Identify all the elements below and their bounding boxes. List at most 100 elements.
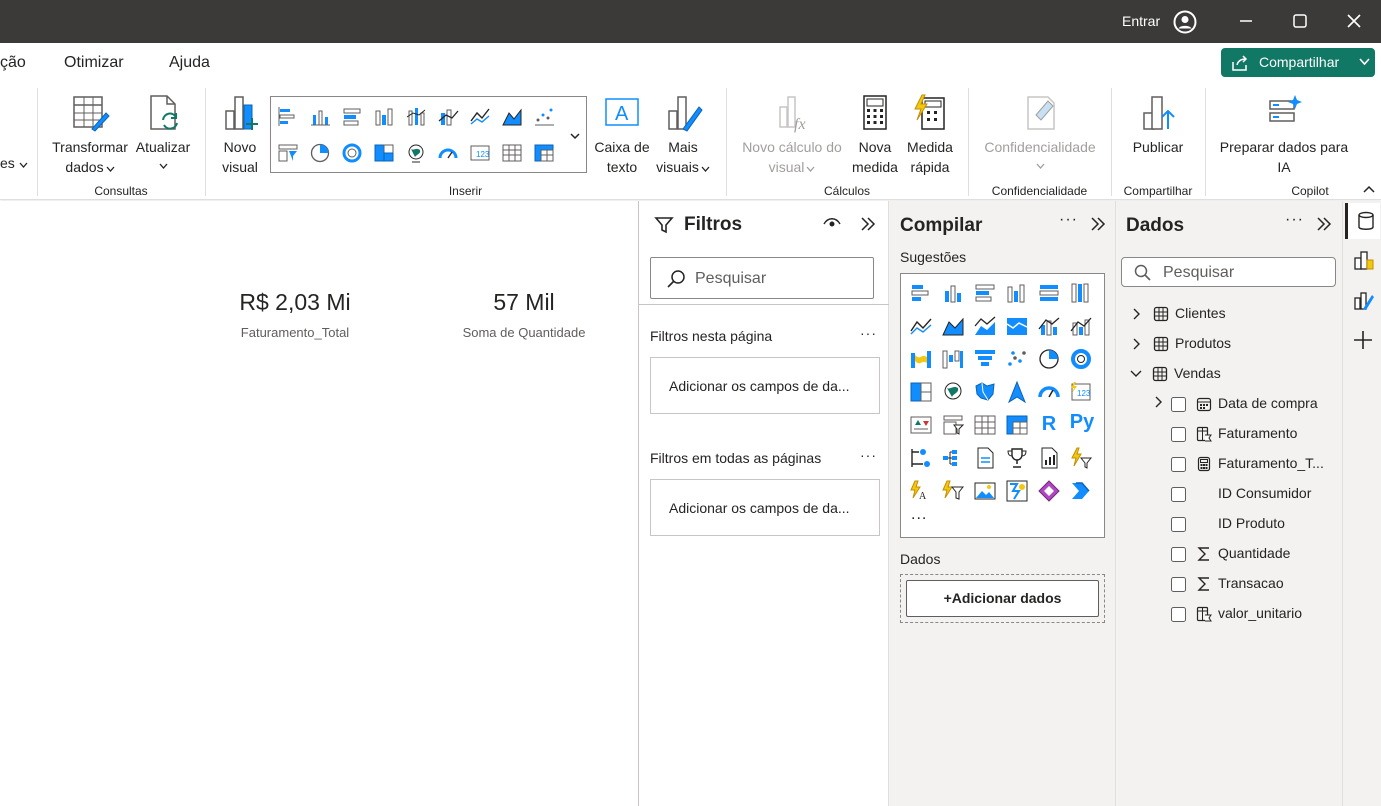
data-pane-tab[interactable] (1345, 203, 1380, 239)
menu-tab-help[interactable]: Ajuda (169, 54, 210, 72)
format-visual-tab-icon[interactable] (1352, 289, 1374, 311)
gauge-icon[interactable] (1037, 380, 1061, 404)
text-box-button[interactable]: A Caixa de texto (592, 93, 652, 177)
donut-chart-icon[interactable] (1069, 347, 1093, 371)
report-canvas[interactable]: R$ 2,03 Mi Faturamento_Total 57 Mil Soma… (0, 201, 638, 806)
stacked-bar-chart-icon[interactable] (277, 105, 299, 127)
100-stacked-bar-chart-icon[interactable] (405, 105, 427, 127)
field-row[interactable]: Transacao (1171, 575, 1284, 592)
image-icon[interactable] (973, 479, 997, 503)
line-column-chart-icon[interactable] (437, 105, 459, 127)
trophy-icon[interactable] (1005, 446, 1029, 470)
scatter-chart-icon[interactable] (533, 105, 555, 127)
treemap-icon[interactable] (909, 380, 933, 404)
checkbox[interactable] (1171, 606, 1186, 622)
share-button[interactable]: Compartilhar (1221, 48, 1375, 77)
card-icon[interactable]: 123 (469, 142, 491, 164)
page-filter-drop-zone[interactable]: Adicionar os campos de da... (650, 357, 880, 414)
ribbon-chart-icon[interactable] (909, 347, 933, 371)
map-icon[interactable] (405, 142, 427, 164)
line-chart-icon[interactable] (909, 314, 933, 338)
matrix-icon[interactable] (1005, 413, 1029, 437)
filled-map-icon[interactable] (973, 380, 997, 404)
new-visual-calculation-button[interactable]: fx Novo cálculo do visual (734, 93, 850, 177)
power-automate-flow-icon[interactable] (1069, 479, 1093, 503)
waterfall-chart-icon[interactable] (941, 347, 965, 371)
more-visuals-ellipsis[interactable]: ... (911, 506, 935, 530)
field-row[interactable]: ID Produto (1171, 515, 1285, 532)
checkbox[interactable] (1171, 426, 1186, 442)
filters-search-input[interactable]: Pesquisar (650, 257, 874, 299)
field-row[interactable]: Quantidade (1171, 545, 1290, 562)
tree-table-produtos[interactable]: Produtos (1132, 335, 1231, 352)
eye-icon[interactable] (823, 216, 841, 230)
checkbox[interactable] (1171, 516, 1186, 532)
minimize-icon[interactable] (1236, 11, 1256, 31)
ai-slicer-icon[interactable] (941, 479, 965, 503)
data-search-input[interactable]: Pesquisar (1121, 257, 1336, 287)
checkbox[interactable] (1171, 456, 1186, 472)
table-icon[interactable] (973, 413, 997, 437)
more-options-icon[interactable]: ··· (1059, 211, 1078, 229)
collapse-ribbon-icon[interactable] (1363, 185, 1375, 193)
checkbox[interactable] (1171, 546, 1186, 562)
ribbon-partial-button[interactable]: es (0, 153, 28, 173)
donut-chart-icon[interactable] (341, 142, 363, 164)
sensitivity-button[interactable]: Confidencialidade (976, 93, 1104, 169)
card-icon[interactable]: 123 (1069, 380, 1093, 404)
field-row[interactable]: Faturamento_T... (1171, 455, 1324, 472)
scatter-chart-icon[interactable] (1005, 347, 1029, 371)
publish-button[interactable]: Publicar (1124, 93, 1192, 157)
qa-visual-icon[interactable] (973, 446, 997, 470)
funnel-chart-icon[interactable] (973, 347, 997, 371)
maximize-icon[interactable] (1290, 11, 1310, 31)
pie-chart-icon[interactable] (1037, 347, 1061, 371)
field-row[interactable]: valor_unitario (1171, 605, 1302, 622)
close-icon[interactable] (1344, 11, 1364, 31)
slicer-icon[interactable] (941, 413, 965, 437)
checkbox[interactable] (1171, 396, 1186, 412)
more-options-icon[interactable]: ··· (860, 447, 877, 463)
all-pages-filter-drop-zone[interactable]: Adicionar os campos de da... (650, 479, 880, 536)
checkbox[interactable] (1171, 486, 1186, 502)
azure-map-icon[interactable] (1005, 380, 1029, 404)
field-row[interactable]: Faturamento (1171, 425, 1297, 442)
power-apps-icon[interactable] (1037, 479, 1061, 503)
tree-table-vendas[interactable]: Vendas (1130, 365, 1221, 382)
clustered-column-chart-icon[interactable] (1005, 281, 1029, 305)
paginated-report-icon[interactable] (1037, 446, 1061, 470)
user-avatar-icon[interactable] (1173, 10, 1197, 34)
treemap-icon[interactable] (373, 142, 395, 164)
gallery-expand-chevron-icon[interactable] (570, 133, 580, 140)
clustered-bar-chart-icon[interactable] (973, 281, 997, 305)
quick-measure-button[interactable]: Medida rápida (901, 93, 959, 177)
map-icon[interactable] (941, 380, 965, 404)
refresh-button[interactable]: Atualizar (132, 93, 194, 169)
more-visuals-button[interactable]: Mais visuais (652, 93, 714, 177)
new-measure-button[interactable]: Nova medida (849, 93, 901, 177)
stacked-bar-chart-icon[interactable] (909, 281, 933, 305)
checkbox[interactable] (1171, 576, 1186, 592)
decomposition-tree-icon[interactable] (941, 446, 965, 470)
tree-table-clientes[interactable]: Clientes (1132, 305, 1226, 322)
sign-in-link[interactable]: Entrar (1122, 13, 1160, 29)
stacked-column-chart-icon[interactable] (309, 105, 331, 127)
line-stacked-column-chart-icon[interactable] (1037, 314, 1061, 338)
line-clustered-column-chart-icon[interactable] (1069, 314, 1093, 338)
collapse-pane-icon[interactable] (1089, 215, 1107, 233)
clustered-bar-chart-icon[interactable] (341, 105, 363, 127)
r-script-visual-icon[interactable]: R (1037, 413, 1061, 437)
new-visual-button[interactable]: Novo visual (215, 93, 265, 177)
more-options-icon[interactable]: ··· (1285, 211, 1304, 229)
collapse-pane-icon[interactable] (1315, 215, 1333, 233)
power-automate-icon[interactable] (1005, 479, 1029, 503)
area-chart-icon[interactable] (941, 314, 965, 338)
stacked-column-chart-icon[interactable] (941, 281, 965, 305)
key-influencers-icon[interactable] (909, 446, 933, 470)
pie-chart-icon[interactable] (309, 142, 331, 164)
area-chart-icon[interactable] (501, 105, 523, 127)
gauge-icon[interactable] (437, 142, 459, 164)
line-chart-icon[interactable] (469, 105, 491, 127)
menu-tab-optimize[interactable]: Otimizar (64, 54, 124, 72)
transform-data-button[interactable]: Transformar dados (48, 93, 132, 177)
